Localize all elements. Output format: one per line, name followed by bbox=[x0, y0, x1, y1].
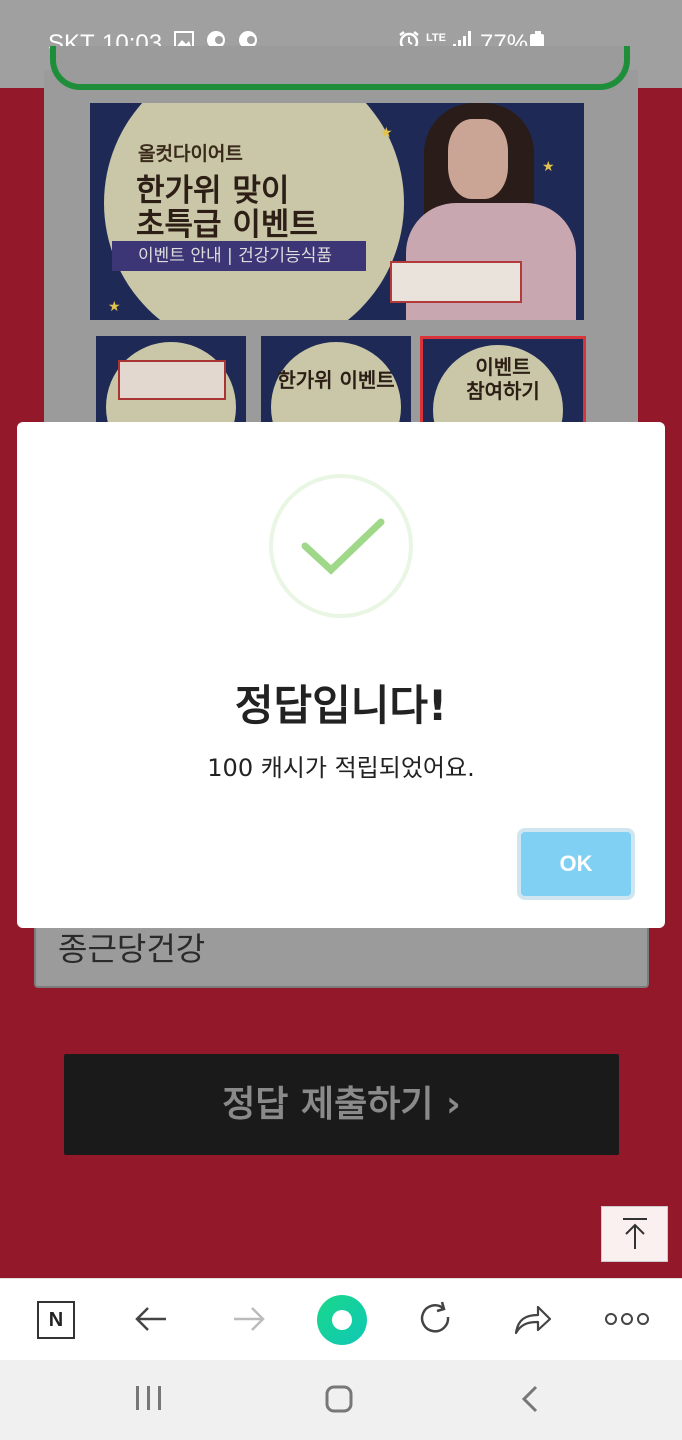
recent-apps-icon[interactable] bbox=[134, 1384, 164, 1416]
browser-toolbar: N bbox=[0, 1278, 682, 1360]
dialog-title: 정답입니다! bbox=[234, 681, 448, 730]
quiz-box-border bbox=[50, 46, 630, 90]
share-icon[interactable] bbox=[512, 1299, 552, 1339]
system-back-icon[interactable] bbox=[518, 1384, 542, 1418]
dialog-message: 100 캐시가 적립되었어요. bbox=[207, 754, 475, 782]
forward-arrow-icon[interactable] bbox=[228, 1299, 268, 1339]
system-nav-bar bbox=[0, 1360, 682, 1440]
back-arrow-icon[interactable] bbox=[132, 1299, 172, 1339]
check-icon bbox=[269, 474, 413, 618]
success-dialog: 정답입니다! 100 캐시가 적립되었어요. OK bbox=[17, 422, 665, 928]
naver-home-icon[interactable]: N bbox=[37, 1301, 75, 1339]
ok-button[interactable]: OK bbox=[517, 828, 635, 900]
more-icon[interactable] bbox=[604, 1299, 650, 1339]
refresh-icon[interactable] bbox=[416, 1299, 456, 1339]
lte-label: LTE bbox=[426, 32, 446, 44]
green-dot-icon[interactable] bbox=[317, 1295, 367, 1345]
home-icon[interactable] bbox=[324, 1384, 354, 1418]
